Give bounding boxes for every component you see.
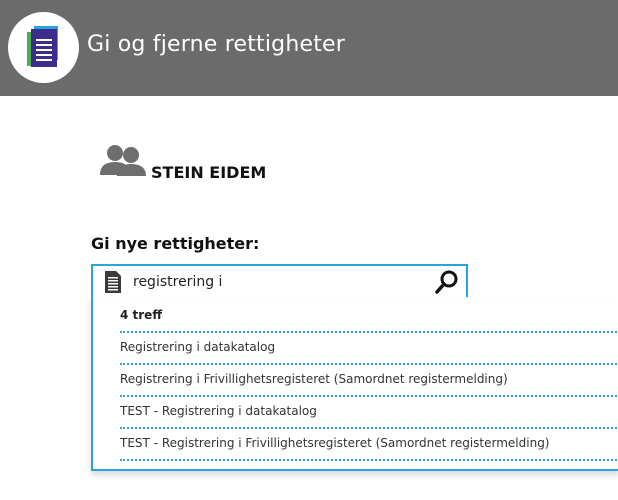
result-count: 4 treff bbox=[120, 299, 618, 333]
app-header: Gi og fjerne rettigheter bbox=[0, 0, 618, 96]
result-item[interactable]: Registrering i datakatalog bbox=[120, 331, 618, 365]
user-name: STEIN EIDEM bbox=[151, 163, 267, 182]
document-stack-icon bbox=[27, 26, 58, 67]
result-item[interactable]: TEST - Registrering i datakatalog bbox=[120, 395, 618, 429]
document-icon bbox=[105, 271, 121, 293]
result-item[interactable]: Registrering i Frivillighetsregisteret (… bbox=[120, 363, 618, 397]
search-results-dropdown: 4 treff Registrering i datakatalog Regis… bbox=[91, 297, 618, 471]
rights-search-box[interactable] bbox=[91, 264, 468, 300]
grant-rights-label: Gi nye rettigheter: bbox=[91, 234, 260, 253]
page-title: Gi og fjerne rettigheter bbox=[87, 32, 346, 57]
rights-search-input[interactable] bbox=[133, 270, 423, 294]
result-item[interactable]: TEST - Registrering i Frivillighetsregis… bbox=[120, 427, 618, 461]
app-logo[interactable] bbox=[8, 12, 79, 83]
users-icon bbox=[100, 145, 146, 176]
search-icon[interactable] bbox=[435, 270, 459, 294]
